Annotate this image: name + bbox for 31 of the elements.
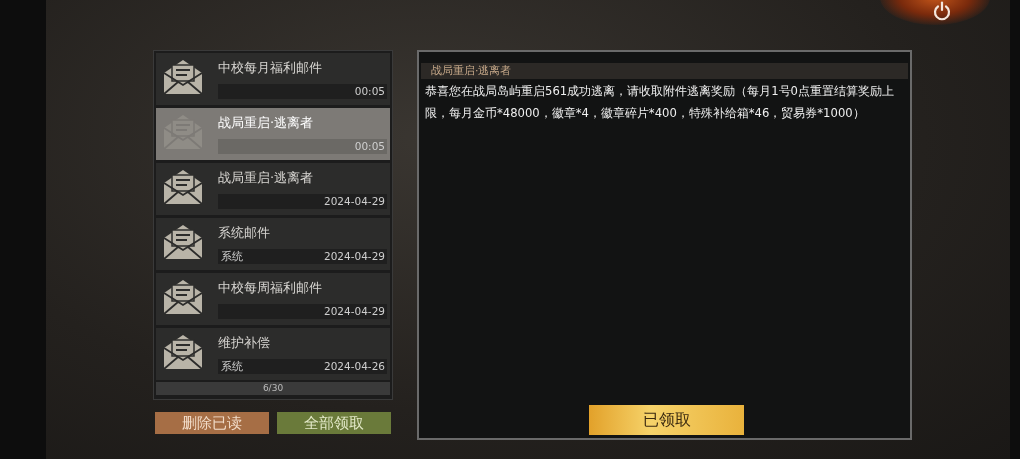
mail-title: 战局重启·逃离者 — [218, 169, 315, 187]
page-counter: 6/30 — [156, 382, 390, 395]
claim-all-button[interactable]: 全部领取 — [277, 412, 391, 434]
mail-body-text: 恭喜您在战局岛屿重启561成功逃离，请收取附件逃离奖励（每月1号0点重置结算奖励上限，每月金币*48000，徽章*4，徽章碎片*400，特殊补给箱*46，贸易券*1000） — [424, 83, 895, 122]
mail-item[interactable]: 中校每周福利邮件 2024-04-29 — [156, 273, 390, 325]
mail-item[interactable]: 战局重启·逃离者 00:05 — [156, 108, 390, 160]
claimed-button[interactable]: 已领取 — [589, 405, 744, 435]
mail-time: 2024-04-29 — [323, 194, 385, 209]
mail-sender: 系统 — [221, 359, 243, 374]
mail-title: 战局重启·逃离者 — [218, 114, 315, 132]
mail-item[interactable]: 系统邮件 系统 2024-04-29 — [156, 218, 390, 270]
mail-title: 维护补偿 — [218, 334, 271, 352]
mail-time: 2024-04-26 — [323, 359, 385, 374]
mail-time: 2024-04-29 — [323, 249, 385, 264]
envelope-icon — [161, 277, 205, 317]
envelope-icon — [161, 332, 205, 372]
mail-title: 系统邮件 — [218, 224, 271, 242]
mail-time: 2024-04-29 — [323, 304, 385, 319]
envelope-icon — [161, 57, 205, 97]
mail-sender: 系统 — [221, 249, 243, 264]
mail-time: 00:05 — [354, 139, 385, 154]
mail-title: 中校每周福利邮件 — [218, 279, 323, 297]
mail-title: 中校每月福利邮件 — [218, 59, 323, 77]
mail-item[interactable]: 战局重启·逃离者 2024-04-29 — [156, 163, 390, 215]
envelope-icon — [161, 167, 205, 207]
envelope-icon — [161, 222, 205, 262]
power-icon[interactable] — [933, 1, 951, 21]
mail-item[interactable]: 维护补偿 系统 2024-04-26 — [156, 328, 390, 380]
mail-time: 00:05 — [354, 84, 385, 99]
mail-detail-title: 战局重启·逃离者 — [421, 63, 908, 79]
mail-item[interactable]: 中校每月福利邮件 00:05 — [156, 53, 390, 105]
